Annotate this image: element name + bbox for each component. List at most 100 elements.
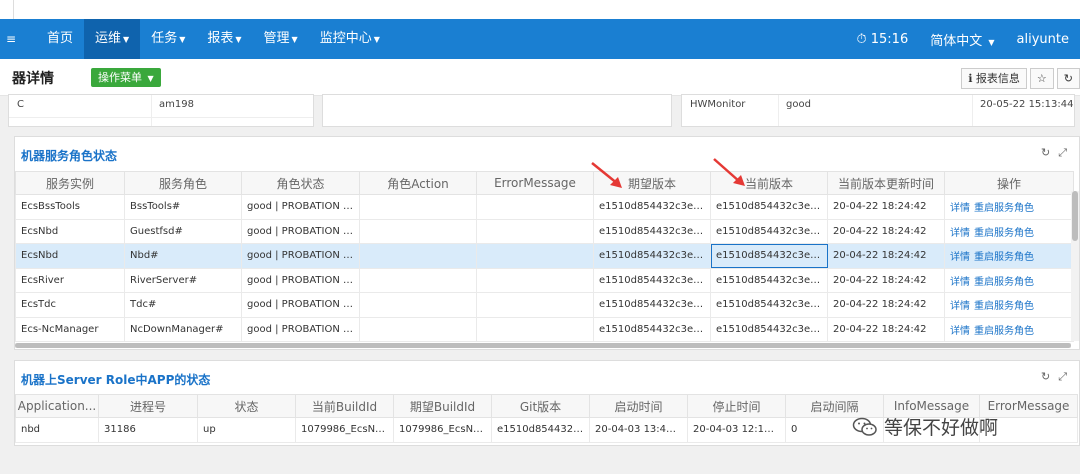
detail-link[interactable]: 详情 xyxy=(950,252,970,263)
actions-cell: 详情 重启服务角色 xyxy=(944,292,1074,318)
col-header[interactable]: 服务角色 xyxy=(124,171,242,195)
restart-role-link[interactable]: 重启服务角色 xyxy=(974,252,1034,263)
table-cell: e1510d854432c3eee... xyxy=(710,218,828,244)
scroll-thumb[interactable] xyxy=(15,343,1071,348)
col-header[interactable]: Application... xyxy=(15,394,99,418)
detail-link[interactable]: 详情 xyxy=(950,203,970,214)
nav-ops[interactable]: 运维 ▼ xyxy=(84,19,141,59)
table-cell xyxy=(476,243,594,269)
col-header[interactable]: 当前版本更新时间 xyxy=(827,171,945,195)
table-cell: 20-04-03 12:18:05 xyxy=(687,417,786,443)
detail-link[interactable]: 详情 xyxy=(950,326,970,337)
language-select[interactable]: 简体中文 ▼ xyxy=(919,30,1005,49)
restart-role-link[interactable]: 重启服务角色 xyxy=(974,301,1034,312)
watermark: 等保不好做啊 xyxy=(852,413,998,440)
table-cell: e1510d854432c3eee... xyxy=(593,194,711,220)
info-row: C am198 HWMonitor good 20-05-22 15:13:44 xyxy=(0,94,1080,134)
table-cell: EcsNbd xyxy=(15,243,125,269)
top-navbar: ≡ 首页 运维 ▼ 任务 ▼ 报表 ▼ 管理 ▼ 监控中心 ▼ ⏱ 15:16 简体中文 … xyxy=(0,19,1080,59)
table-cell: e1510d854432c3eee... xyxy=(710,194,828,220)
caret-down-icon: ▼ xyxy=(235,35,242,44)
nav-tasks[interactable]: 任务 ▼ xyxy=(140,19,196,59)
col-header[interactable]: 服务实例 xyxy=(15,171,125,195)
col-header[interactable]: 当前BuildId xyxy=(295,394,394,418)
report-info-button[interactable]: ℹ 报表信息 xyxy=(961,68,1027,89)
detail-link[interactable]: 详情 xyxy=(950,228,970,239)
favorite-button[interactable]: ☆ xyxy=(1029,68,1054,89)
red-arrow-icon xyxy=(713,158,745,186)
col-header[interactable]: 期望BuildId xyxy=(393,394,492,418)
table-row[interactable]: EcsNbd Guestfsd# good | PROBATION s... e151… xyxy=(15,218,1074,244)
refresh-icon[interactable]: ↻ xyxy=(1041,370,1050,384)
menu-icon[interactable]: ≡ xyxy=(0,32,22,46)
col-header[interactable]: 状态 xyxy=(197,394,296,418)
restart-role-link[interactable]: 重启服务角色 xyxy=(974,228,1034,239)
nav-monitor[interactable]: 监控中心 ▼ xyxy=(309,19,391,59)
user-menu[interactable]: aliyunte xyxy=(1006,32,1080,47)
monitor-time: 20-05-22 15:13:44 xyxy=(980,99,1074,110)
table-cell xyxy=(476,218,594,244)
table-cell: 20-04-22 18:24:42 xyxy=(827,267,945,293)
table-cell: e1510d854432c3eee... xyxy=(593,267,711,293)
service-role-table: 服务实例 服务角色 角色状态 角色Action ErrorMessage 期望版… xyxy=(15,171,1074,342)
refresh-button[interactable]: ↻ xyxy=(1056,68,1080,89)
col-header[interactable]: 进程号 xyxy=(98,394,198,418)
refresh-icon[interactable]: ↻ xyxy=(1041,146,1050,160)
table-cell xyxy=(359,267,477,293)
op-menu-label: 操作菜单 xyxy=(98,71,142,84)
vertical-scrollbar[interactable] xyxy=(1071,191,1079,341)
scroll-thumb[interactable] xyxy=(1072,191,1078,241)
col-header[interactable]: 角色Action xyxy=(359,171,477,195)
col-header[interactable]: ErrorMessage xyxy=(476,171,594,195)
table-row[interactable]: EcsTdc Tdc# good | PROBATION s... e1510d854… xyxy=(15,292,1074,318)
table-cell xyxy=(476,267,594,293)
table-cell: e1510d854432c3eee... xyxy=(593,292,711,318)
table-row[interactable]: Ecs-NcManager NcDownManager# good | PROBAT… xyxy=(15,316,1074,342)
info-value: am198 xyxy=(159,99,194,110)
table-cell xyxy=(359,292,477,318)
nav-manage[interactable]: 管理 ▼ xyxy=(253,19,309,59)
col-header[interactable]: 停止时间 xyxy=(687,394,786,418)
col-header[interactable]: Git版本 xyxy=(491,394,590,418)
table-cell: Tdc# xyxy=(124,292,242,318)
horizontal-scrollbar[interactable] xyxy=(15,343,1071,348)
user-name: aliyunte xyxy=(1016,31,1069,47)
table-cell xyxy=(359,243,477,269)
table-row[interactable]: EcsBssTools BssTools# good | PROBATION s..… xyxy=(15,194,1074,220)
restart-role-link[interactable]: 重启服务角色 xyxy=(974,203,1034,214)
table-cell: up xyxy=(197,417,296,443)
op-menu-button[interactable]: 操作菜单 ▼ xyxy=(91,68,161,87)
table-cell: EcsNbd xyxy=(15,218,125,244)
table-cell: good | PROBATION s... xyxy=(241,243,360,269)
restart-role-link[interactable]: 重启服务角色 xyxy=(974,277,1034,288)
actions-cell: 详情 重启服务角色 xyxy=(944,267,1074,293)
row-divider xyxy=(9,117,313,118)
service-role-panel: 机器服务角色状态 ↻ ⤢ 服务实例 服务角色 角色状态 角色Action Err… xyxy=(14,136,1080,350)
wechat-icon xyxy=(852,417,877,436)
caret-down-icon: ▼ xyxy=(373,35,380,44)
col-header[interactable]: 操作 xyxy=(944,171,1074,195)
table-cell: Ecs-NcManager xyxy=(15,316,125,342)
clock: ⏱ 15:16 xyxy=(845,32,919,47)
table-cell: e1510d854432c3eee... xyxy=(593,243,711,269)
clock-time: 15:16 xyxy=(870,31,909,47)
restart-role-link[interactable]: 重启服务角色 xyxy=(974,326,1034,337)
caret-down-icon: ▼ xyxy=(147,74,154,83)
col-header[interactable]: 角色状态 xyxy=(241,171,360,195)
expand-icon[interactable]: ⤢ xyxy=(1058,370,1067,384)
star-icon: ☆ xyxy=(1036,72,1047,85)
table-header-row: 服务实例 服务角色 角色状态 角色Action ErrorMessage 期望版… xyxy=(15,171,1074,195)
page-header: 器详情 操作菜单 ▼ ℹ 报表信息 ☆ ↻ xyxy=(0,59,1080,96)
table-cell: 20-04-22 18:24:42 xyxy=(827,194,945,220)
table-row[interactable]: EcsNbd Nbd# good | PROBATION s... e1510d854… xyxy=(15,243,1074,269)
detail-link[interactable]: 详情 xyxy=(950,301,970,312)
table-row[interactable]: EcsRiver RiverServer# good | PROBATION s..… xyxy=(15,267,1074,293)
nav-reports-label: 报表 xyxy=(207,31,234,46)
info-label: C xyxy=(17,99,24,110)
col-header[interactable]: 启动时间 xyxy=(589,394,688,418)
expand-icon[interactable]: ⤢ xyxy=(1058,146,1067,160)
caret-down-icon: ▼ xyxy=(988,37,995,47)
nav-reports[interactable]: 报表 ▼ xyxy=(196,19,252,59)
detail-link[interactable]: 详情 xyxy=(950,277,970,288)
nav-home[interactable]: 首页 xyxy=(22,19,84,59)
